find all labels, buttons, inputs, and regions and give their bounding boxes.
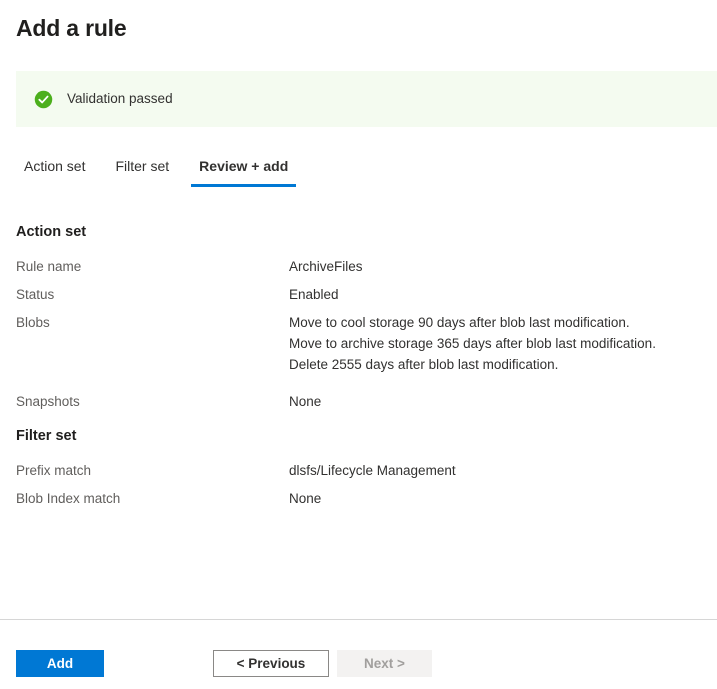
summary-key-blobs: Blobs	[16, 315, 50, 330]
previous-button[interactable]: < Previous	[213, 650, 329, 677]
summary-value-blobs: Move to cool storage 90 days after blob …	[289, 312, 706, 375]
validation-banner-text: Validation passed	[67, 91, 173, 106]
summary-key-rule-name: Rule name	[16, 259, 82, 274]
summary-value-snapshots: None	[289, 391, 706, 412]
filter-set-section: Filter set Prefix match dlsfs/Lifecycle …	[16, 426, 706, 516]
summary-value-line: ArchiveFiles	[289, 259, 363, 274]
summary-row-prefix-match: Prefix match dlsfs/Lifecycle Management	[16, 460, 706, 481]
summary-value-line: None	[289, 491, 322, 506]
summary-value-line: Delete 2555 days after blob last modific…	[289, 357, 559, 372]
summary-value-status: Enabled	[289, 284, 706, 305]
tab-filter-set[interactable]: Filter set	[107, 155, 177, 187]
summary-key-prefix-match: Prefix match	[16, 463, 92, 478]
summary-value-line: None	[289, 394, 322, 409]
summary-value-line: dlsfs/Lifecycle Management	[289, 463, 456, 478]
summary-value-rule-name: ArchiveFiles	[289, 256, 706, 277]
validation-banner: Validation passed	[16, 71, 717, 127]
section-heading-filter-set: Filter set	[16, 428, 77, 444]
summary-row-blob-index-match: Blob Index match None	[16, 488, 706, 509]
section-heading-action-set: Action set	[16, 224, 87, 240]
summary-key-status: Status	[16, 287, 55, 302]
tab-action-set[interactable]: Action set	[16, 155, 93, 187]
success-check-circle-icon	[34, 90, 53, 108]
summary-value-line: Enabled	[289, 287, 339, 302]
summary-row-status: Status Enabled	[16, 284, 706, 305]
action-set-section: Action set Rule name ArchiveFiles Status…	[16, 222, 706, 419]
tab-review-add[interactable]: Review + add	[191, 155, 297, 187]
wizard-tabs: Action set Filter set Review + add	[16, 155, 310, 187]
next-button: Next >	[337, 650, 432, 677]
summary-value-blob-index-match: None	[289, 488, 706, 509]
summary-row-rule-name: Rule name ArchiveFiles	[16, 256, 706, 277]
add-button[interactable]: Add	[16, 650, 104, 677]
summary-value-line: Move to cool storage 90 days after blob …	[289, 315, 630, 330]
summary-row-snapshots: Snapshots None	[16, 391, 706, 412]
summary-value-line: Move to archive storage 365 days after b…	[289, 336, 656, 351]
summary-key-snapshots: Snapshots	[16, 394, 80, 409]
summary-value-prefix-match: dlsfs/Lifecycle Management	[289, 460, 706, 481]
page-title: Add a rule	[16, 15, 127, 41]
summary-key-blob-index-match: Blob Index match	[16, 491, 121, 506]
summary-row-blobs: Blobs Move to cool storage 90 days after…	[16, 312, 706, 375]
